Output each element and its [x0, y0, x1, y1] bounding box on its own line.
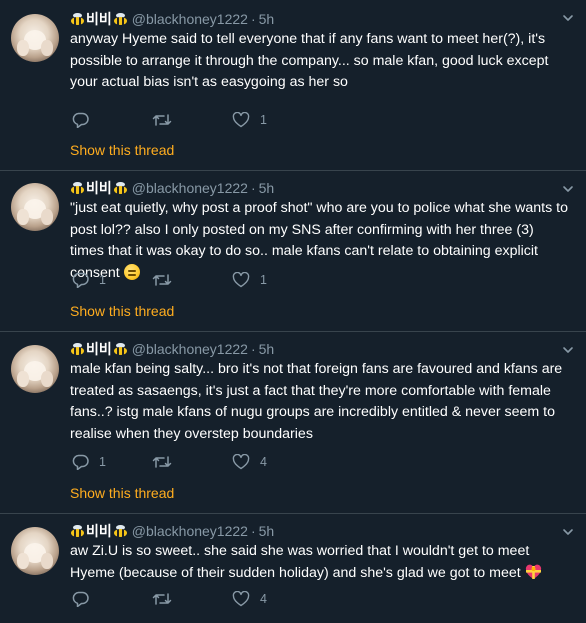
- retweet-button[interactable]: [152, 591, 232, 607]
- user-handle[interactable]: @blackhoney1222: [132, 11, 248, 27]
- bee-emoji-icon: [70, 524, 85, 538]
- retweet-icon: [152, 456, 172, 468]
- reply-icon: [72, 454, 89, 470]
- tweet[interactable]: 비비 @blackhoney1222 · 5h aw Zi.U is so sw…: [0, 514, 586, 623]
- chevron-down-icon[interactable]: [562, 344, 574, 356]
- retweet-button[interactable]: [152, 272, 232, 288]
- separator-dot: ·: [250, 11, 256, 27]
- retweet-button[interactable]: [152, 454, 232, 470]
- chevron-down-icon[interactable]: [562, 526, 574, 538]
- tweet-header: 비비 @blackhoney1222 · 5h: [70, 340, 274, 358]
- bee-emoji-icon: [113, 181, 128, 195]
- bee-emoji-icon: [70, 181, 85, 195]
- bee-emoji-icon: [113, 342, 128, 356]
- reply-count: 1: [99, 273, 106, 287]
- heart-with-ribbon-emoji-icon: [525, 564, 541, 579]
- timestamp[interactable]: 5h: [259, 341, 275, 357]
- retweet-icon: [152, 114, 172, 126]
- like-count: 1: [260, 273, 267, 287]
- tweet-text-body: aw Zi.U is so sweet.. she said she was w…: [70, 543, 530, 581]
- like-count: 1: [260, 113, 267, 127]
- heart-icon: [232, 591, 250, 607]
- display-name[interactable]: 비비: [86, 178, 112, 198]
- tweet-header: 비비 @blackhoney1222 · 5h: [70, 522, 274, 540]
- timeline-feed: 비비 @blackhoney1222 · 5h anyway Hyeme sai…: [0, 0, 586, 623]
- retweet-button[interactable]: [152, 112, 232, 128]
- reply-count: 1: [99, 455, 106, 469]
- avatar[interactable]: [11, 345, 59, 393]
- tweet-actions: 1: [72, 110, 312, 130]
- avatar[interactable]: [11, 183, 59, 231]
- user-handle[interactable]: @blackhoney1222: [132, 180, 248, 196]
- retweet-icon: [152, 593, 172, 605]
- display-name[interactable]: 비비: [86, 9, 112, 29]
- avatar[interactable]: [11, 14, 59, 62]
- bee-emoji-icon: [70, 342, 85, 356]
- bee-emoji-icon: [113, 524, 128, 538]
- tweet[interactable]: 비비 @blackhoney1222 · 5h male kfan being …: [0, 332, 586, 514]
- reply-button[interactable]: 1: [72, 272, 152, 288]
- reply-icon: [72, 112, 89, 128]
- heart-icon: [232, 112, 250, 128]
- retweet-icon: [152, 274, 172, 286]
- tweet-text: aw Zi.U is so sweet.. she said she was w…: [70, 541, 570, 584]
- timestamp[interactable]: 5h: [259, 180, 275, 196]
- show-thread-link[interactable]: Show this thread: [70, 303, 174, 319]
- separator-dot: ·: [250, 341, 256, 357]
- bee-emoji-icon: [70, 12, 85, 26]
- avatar[interactable]: [11, 527, 59, 575]
- reply-icon: [72, 591, 89, 607]
- tweet-actions: 4: [72, 589, 312, 609]
- chevron-down-icon[interactable]: [562, 183, 574, 195]
- bee-emoji-icon: [113, 12, 128, 26]
- user-handle[interactable]: @blackhoney1222: [132, 341, 248, 357]
- like-button[interactable]: 4: [232, 591, 312, 607]
- heart-icon: [232, 272, 250, 288]
- show-thread-link[interactable]: Show this thread: [70, 142, 174, 158]
- tweet[interactable]: 비비 @blackhoney1222 · 5h "just eat quietl…: [0, 171, 586, 332]
- chevron-down-icon[interactable]: [562, 12, 574, 24]
- tweet-header: 비비 @blackhoney1222 · 5h: [70, 10, 274, 28]
- separator-dot: ·: [250, 180, 256, 196]
- show-thread-link[interactable]: Show this thread: [70, 485, 174, 501]
- like-button[interactable]: 1: [232, 272, 312, 288]
- display-name[interactable]: 비비: [86, 521, 112, 541]
- like-count: 4: [260, 455, 267, 469]
- reply-icon: [72, 272, 89, 288]
- tweet-actions: 1 4: [72, 452, 312, 472]
- like-button[interactable]: 1: [232, 112, 312, 128]
- reply-button[interactable]: [72, 112, 152, 128]
- tweet-actions: 1 1: [72, 270, 312, 290]
- tweet-text: anyway Hyeme said to tell everyone that …: [70, 31, 549, 90]
- tweet-text-body: "just eat quietly, why post a proof shot…: [70, 200, 568, 281]
- timestamp[interactable]: 5h: [259, 523, 275, 539]
- timestamp[interactable]: 5h: [259, 11, 275, 27]
- display-name[interactable]: 비비: [86, 339, 112, 359]
- tweet-text: male kfan being salty... bro it's not th…: [70, 361, 563, 442]
- like-button[interactable]: 4: [232, 454, 312, 470]
- reply-button[interactable]: 1: [72, 454, 152, 470]
- tweet-header: 비비 @blackhoney1222 · 5h: [70, 179, 274, 197]
- tweet[interactable]: 비비 @blackhoney1222 · 5h anyway Hyeme sai…: [0, 0, 586, 171]
- heart-icon: [232, 454, 250, 470]
- user-handle[interactable]: @blackhoney1222: [132, 523, 248, 539]
- separator-dot: ·: [250, 523, 256, 539]
- reply-button[interactable]: [72, 591, 152, 607]
- like-count: 4: [260, 592, 267, 606]
